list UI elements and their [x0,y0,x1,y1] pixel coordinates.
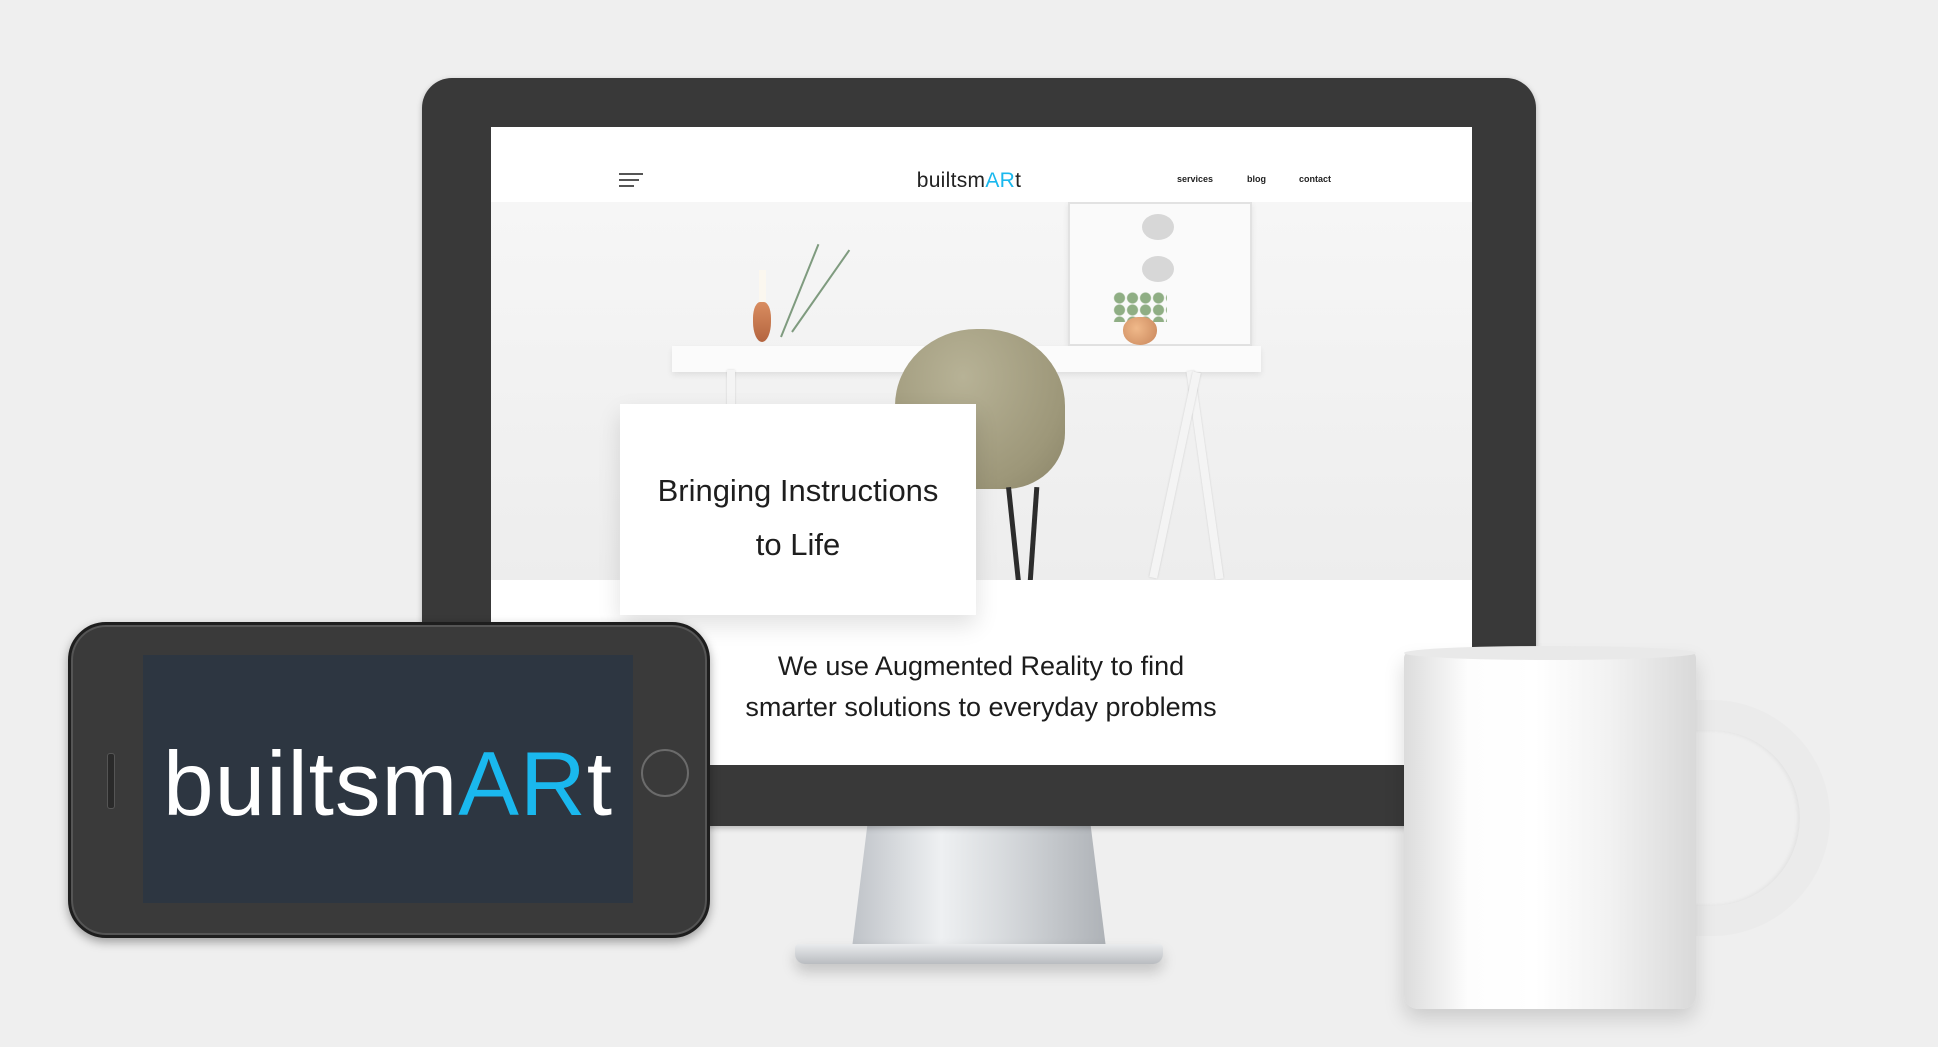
hero-card: Bringing Instructions to Life [620,404,976,615]
monitor-stand-neck [852,826,1106,948]
phone-logo-accent: AR [458,734,587,835]
wall-picture-frame [1068,202,1252,346]
vase [753,302,771,342]
logo-suffix: t [1015,169,1022,192]
mug-rim [1404,646,1696,660]
site-logo[interactable]: builtsmARt [894,169,1044,193]
hero-title-line-2: to Life [755,527,841,562]
nav-link-contact[interactable]: contact [1299,174,1331,184]
candle [759,270,766,302]
logo-prefix: builtsm [916,169,986,192]
smartphone: builtsmARt [68,622,710,938]
phone-logo: builtsmARt [143,733,633,837]
phone-speaker [107,753,115,809]
monitor-stand-base [795,944,1163,964]
logo-accent: AR [985,169,1016,192]
tagline: We use Augmented Reality to find smarter… [681,646,1281,728]
phone-home-button[interactable] [641,749,689,797]
phone-logo-prefix: builtsm [163,734,459,835]
phone-logo-suffix: t [586,734,613,835]
tagline-line-1: We use Augmented Reality to find [777,651,1185,681]
site-navbar: builtsmARt services blog contact [491,127,1472,203]
phone-screen: builtsmARt [143,655,633,903]
nav-link-services[interactable]: services [1177,174,1213,184]
device-mockup-scene: builtsmARt services blog contact Bringin… [0,0,1938,1047]
nav-link-blog[interactable]: blog [1247,174,1266,184]
hero-title-line-1: Bringing Instructions [657,473,939,508]
hamburger-menu-icon[interactable] [619,173,643,187]
plant-pot [1123,317,1157,345]
tagline-line-2: smarter solutions to everyday problems [745,692,1217,722]
hero-title: Bringing Instructions to Life [620,464,976,572]
coffee-mug [1404,652,1696,1009]
